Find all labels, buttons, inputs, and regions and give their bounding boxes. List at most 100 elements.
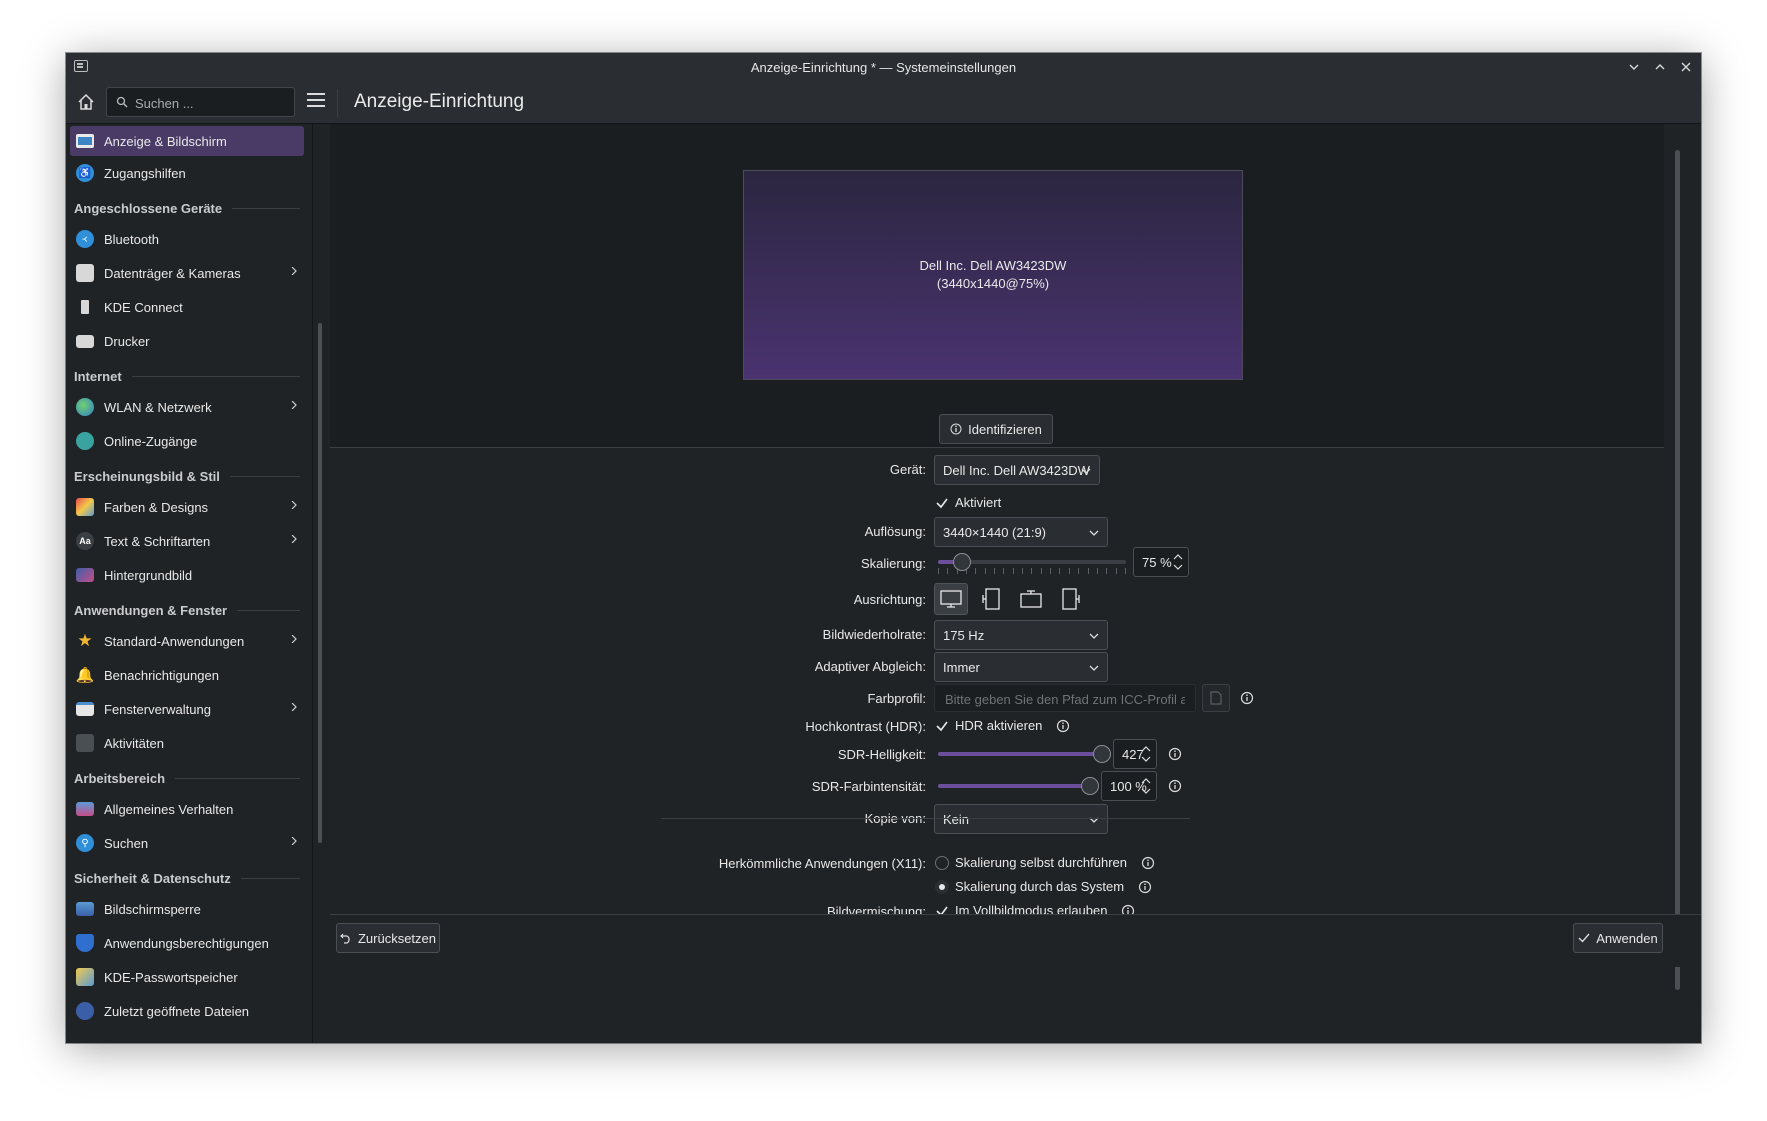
hdr-label: Hochkontrast (HDR): bbox=[805, 719, 926, 734]
sdr-color-spinbox[interactable]: 100 % bbox=[1101, 771, 1157, 801]
chevron-right-icon bbox=[291, 535, 297, 543]
sdr-color-slider[interactable] bbox=[934, 772, 1099, 800]
checkmark-icon bbox=[935, 719, 949, 733]
accessibility-icon: ♿ bbox=[76, 164, 94, 182]
category-internet: Internet bbox=[66, 362, 308, 390]
legacy-scaling-system-radio[interactable]: Skalierung durch das System bbox=[935, 879, 1152, 894]
sidebar-item-general-behavior[interactable]: Allgemeines Verhalten bbox=[66, 792, 308, 826]
title-bar[interactable]: Anzeige-Einrichtung * — Systemeinstellun… bbox=[66, 53, 1701, 81]
display-icon bbox=[76, 134, 94, 148]
hamburger-menu-button[interactable] bbox=[307, 93, 325, 109]
bell-icon: 🔔 bbox=[75, 667, 95, 684]
sdr-color-info-icon[interactable] bbox=[1168, 779, 1182, 793]
sidebar-item-display[interactable]: Anzeige & Bildschirm bbox=[70, 126, 304, 156]
sidebar-item-screenlock[interactable]: Bildschirmsperre bbox=[66, 892, 308, 926]
adaptive-sync-label: Adaptiver Abgleich: bbox=[814, 659, 926, 674]
orientation-portrait-left-button[interactable] bbox=[974, 583, 1008, 615]
orientation-landscape-button[interactable] bbox=[934, 583, 968, 615]
apply-button[interactable]: Anwenden bbox=[1573, 923, 1663, 953]
monitor-inverted-icon bbox=[1020, 590, 1042, 608]
sdr-brightness-info-icon[interactable] bbox=[1168, 747, 1182, 761]
sidebar-item-recent-files[interactable]: Zuletzt geöffnete Dateien bbox=[66, 994, 308, 1028]
bluetooth-icon: ᚜ bbox=[76, 230, 94, 248]
sidebar-item-drives[interactable]: Datenträger & Kameras bbox=[66, 256, 308, 290]
sidebar-item-accessibility[interactable]: ♿ Zugangshilfen bbox=[66, 156, 308, 190]
chevron-right-icon bbox=[291, 501, 297, 509]
globe-icon bbox=[76, 398, 94, 416]
close-button[interactable] bbox=[1679, 60, 1693, 74]
scale-slider[interactable] bbox=[934, 548, 1130, 576]
adaptive-sync-combobox[interactable]: Immer bbox=[934, 652, 1108, 682]
sdr-brightness-slider[interactable] bbox=[934, 740, 1111, 768]
sdr-color-label: SDR-Farbintensität: bbox=[811, 779, 926, 794]
scale-spinbox[interactable]: 75 % bbox=[1133, 547, 1189, 577]
undo-icon bbox=[340, 933, 350, 944]
spin-arrows-icon[interactable] bbox=[1141, 777, 1151, 795]
legacy-scaling-self-radio[interactable]: Skalierung selbst durchführen bbox=[935, 855, 1155, 870]
chevron-right-icon bbox=[291, 703, 297, 711]
sidebar-item-default-apps[interactable]: ★ Standard-Anwendungen bbox=[66, 624, 308, 658]
home-button[interactable] bbox=[76, 92, 96, 112]
orientation-buttons bbox=[934, 583, 1094, 615]
identify-button[interactable]: Identifizieren bbox=[939, 414, 1053, 444]
sidebar-item-search[interactable]: ⚲ Suchen bbox=[66, 826, 308, 860]
minimize-button[interactable] bbox=[1627, 60, 1641, 74]
sidebar-item-colors[interactable]: Farben & Designs bbox=[66, 490, 308, 524]
sidebar-item-kde-connect[interactable]: KDE Connect bbox=[66, 290, 308, 324]
monitor-name: Dell Inc. Dell AW3423DW bbox=[919, 258, 1067, 273]
mirror-combobox[interactable]: Kein bbox=[934, 804, 1108, 834]
sidebar-item-window-management[interactable]: Fensterverwaltung bbox=[66, 692, 308, 726]
header-bar: Anzeige-Einrichtung bbox=[66, 81, 1701, 124]
main-scrollbar[interactable] bbox=[1675, 150, 1680, 990]
resolution-combobox[interactable]: 3440×1440 (21:9) bbox=[934, 517, 1108, 547]
sidebar-item-fonts[interactable]: Aa Text & Schriftarten bbox=[66, 524, 308, 558]
monitor-portrait-left-icon bbox=[982, 588, 1000, 610]
magnifier-icon bbox=[116, 96, 128, 108]
color-profile-field[interactable] bbox=[934, 684, 1196, 713]
hdr-info-icon[interactable] bbox=[1056, 719, 1070, 733]
sidebar-scrollbar[interactable] bbox=[318, 323, 322, 843]
reset-button[interactable]: Zurücksetzen bbox=[336, 923, 440, 953]
orientation-inverted-button[interactable] bbox=[1014, 583, 1048, 615]
legacy-self-info-icon[interactable] bbox=[1141, 856, 1155, 870]
search-input[interactable] bbox=[133, 88, 292, 118]
sdr-color-handle[interactable] bbox=[1081, 777, 1099, 795]
color-profile-input[interactable] bbox=[943, 685, 1187, 713]
refresh-rate-combobox[interactable]: 175 Hz bbox=[934, 620, 1108, 650]
orientation-portrait-right-button[interactable] bbox=[1054, 583, 1088, 615]
radio-off-icon bbox=[935, 855, 949, 870]
header-separator bbox=[337, 89, 338, 117]
sidebar-item-notifications[interactable]: 🔔 Benachrichtigungen bbox=[66, 658, 308, 692]
info-icon bbox=[950, 423, 962, 435]
chevron-right-icon bbox=[291, 837, 297, 845]
sidebar-item-wallet[interactable]: KDE-Passwortspeicher bbox=[66, 960, 308, 994]
sidebar-item-app-permissions[interactable]: Anwendungsberechtigungen bbox=[66, 926, 308, 960]
app-menu-icon[interactable] bbox=[74, 60, 88, 72]
color-profile-browse-button[interactable] bbox=[1202, 684, 1230, 712]
device-combobox[interactable]: Dell Inc. Dell AW3423DW bbox=[934, 455, 1100, 485]
color-profile-info-icon[interactable] bbox=[1240, 691, 1254, 705]
hdr-checkbox[interactable]: HDR aktivieren bbox=[935, 718, 1070, 733]
sidebar-item-wallpaper[interactable]: Hintergrundbild bbox=[66, 558, 308, 592]
sdr-brightness-label: SDR-Helligkeit: bbox=[837, 747, 926, 762]
form-separator bbox=[661, 818, 1190, 819]
category-connected-devices: Angeschlossene Geräte bbox=[66, 194, 308, 222]
enabled-checkbox[interactable]: Aktiviert bbox=[935, 495, 1001, 510]
search-box[interactable] bbox=[106, 87, 295, 118]
sidebar-item-printer[interactable]: Drucker bbox=[66, 324, 308, 358]
color-profile-label: Farbprofil: bbox=[867, 691, 926, 706]
window-icon bbox=[76, 702, 94, 716]
sidebar-item-wlan[interactable]: WLAN & Netzwerk bbox=[66, 390, 308, 424]
device-label: Gerät: bbox=[889, 462, 926, 477]
spin-arrows-icon[interactable] bbox=[1173, 553, 1183, 571]
legacy-system-info-icon[interactable] bbox=[1138, 880, 1152, 894]
spin-arrows-icon[interactable] bbox=[1141, 745, 1151, 763]
maximize-button[interactable] bbox=[1653, 60, 1667, 74]
sidebar-item-activities[interactable]: Aktivitäten bbox=[66, 726, 308, 760]
sidebar: Anzeige & Bildschirm ♿ Zugangshilfen Ang… bbox=[66, 124, 308, 1043]
sidebar-item-bluetooth[interactable]: ᚜ Bluetooth bbox=[66, 222, 308, 256]
sdr-brightness-handle[interactable] bbox=[1093, 745, 1111, 763]
sidebar-item-online-accounts[interactable]: Online-Zugänge bbox=[66, 424, 308, 458]
chevron-up-icon bbox=[1655, 64, 1665, 70]
sdr-brightness-spinbox[interactable]: 427 bbox=[1113, 739, 1157, 769]
